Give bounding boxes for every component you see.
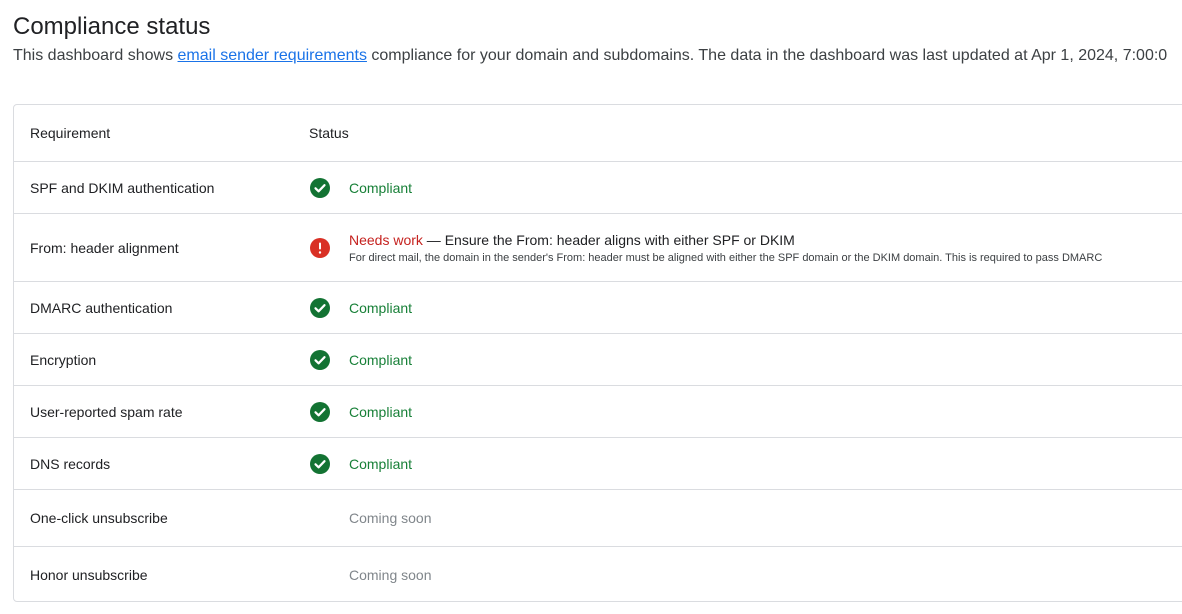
table-row: One-click unsubscribe Coming soon: [14, 490, 1182, 547]
column-header-status: Status: [309, 125, 349, 141]
requirement-name: DNS records: [30, 455, 111, 472]
page-description: This dashboard shows email sender requir…: [13, 45, 1167, 67]
compliance-table: Requirement Status SPF and DKIM authenti…: [13, 104, 1182, 602]
table-row: User-reported spam rate Compliant: [14, 386, 1182, 438]
requirement-name: User-reported spam rate: [30, 403, 183, 420]
table-row: Encryption Compliant: [14, 334, 1182, 386]
requirement-name: Encryption: [30, 351, 97, 368]
status-detail: Needs work — Ensure the From: header ali…: [349, 232, 1102, 265]
page-title: Compliance status: [13, 13, 211, 40]
status-compliant: Compliant: [349, 299, 413, 316]
requirement-name: Honor unsubscribe: [30, 567, 148, 583]
table-row: DNS records Compliant: [14, 438, 1182, 490]
requirement-name: DMARC authentication: [30, 299, 173, 316]
requirement-name: SPF and DKIM authentication: [30, 179, 215, 196]
description-prefix: This dashboard shows: [13, 47, 178, 64]
description-suffix: compliance for your domain and subdomain…: [366, 47, 1168, 64]
requirement-name: From: header alignment: [30, 239, 179, 256]
status-message: — Ensure the From: header aligns with ei…: [422, 232, 795, 248]
status-compliant: Compliant: [349, 179, 413, 196]
check-circle-icon: [310, 349, 330, 370]
check-circle-icon: [310, 401, 330, 422]
column-header-requirement: Requirement: [30, 125, 111, 141]
status-compliant: Compliant: [349, 403, 413, 420]
table-row: SPF and DKIM authentication Compliant: [14, 162, 1182, 214]
status-needs-work: Needs work: [349, 232, 423, 248]
table-row: DMARC authentication Compliant: [14, 282, 1182, 334]
error-circle-icon: [310, 237, 330, 258]
check-circle-icon: [310, 297, 330, 318]
check-circle-icon: [310, 177, 330, 198]
status-compliant: Compliant: [349, 455, 413, 472]
table-header-row: Requirement Status: [14, 105, 1182, 162]
status-coming-soon: Coming soon: [349, 567, 432, 583]
check-circle-icon: [310, 453, 330, 474]
status-coming-soon: Coming soon: [349, 510, 432, 526]
status-compliant: Compliant: [349, 351, 413, 368]
table-row: From: header alignment Needs work — Ensu…: [14, 214, 1182, 282]
table-row: Honor unsubscribe Coming soon: [14, 547, 1182, 601]
compliance-page: Compliance status This dashboard shows e…: [0, 0, 1182, 614]
email-sender-requirements-link[interactable]: email sender requirements: [178, 47, 367, 64]
requirement-name: One-click unsubscribe: [30, 510, 168, 526]
status-detail-text: For direct mail, the domain in the sende…: [349, 252, 1103, 264]
